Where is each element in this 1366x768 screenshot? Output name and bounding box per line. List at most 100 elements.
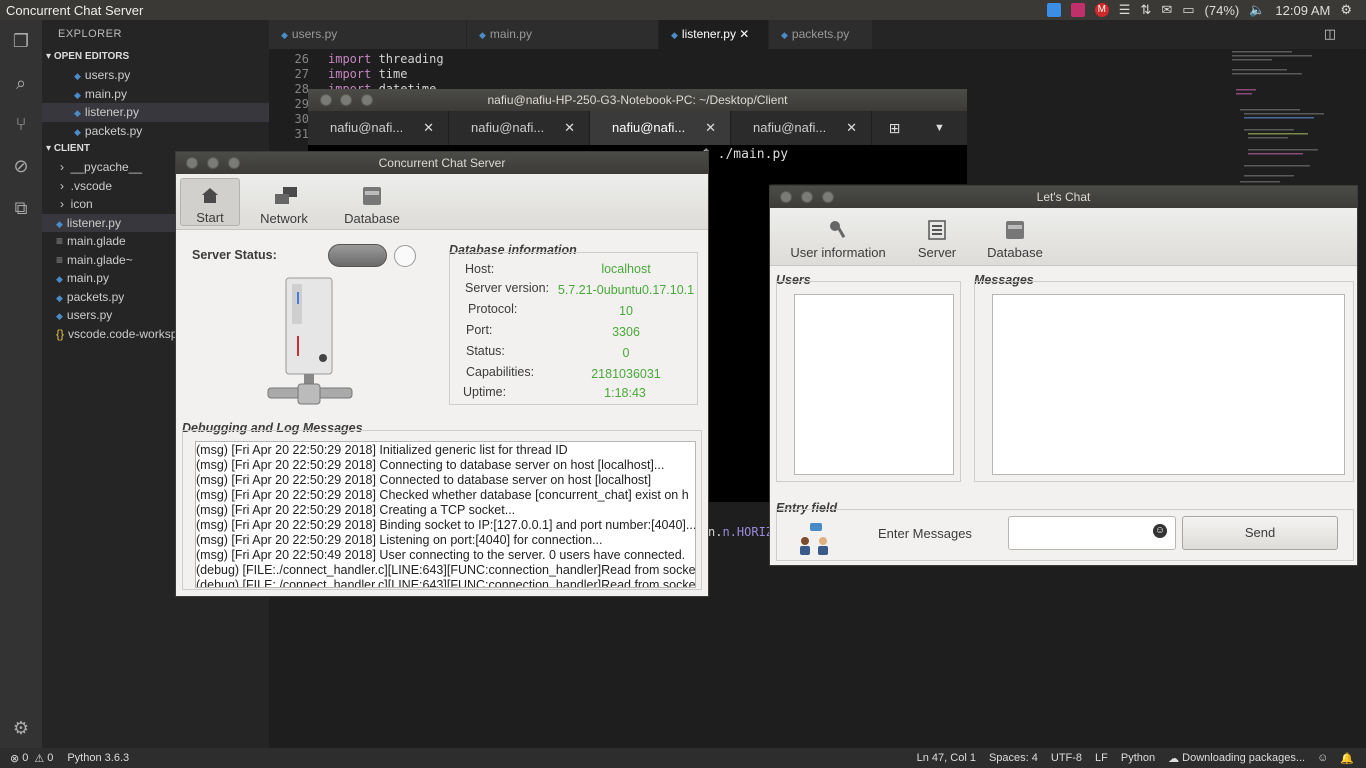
db-host-label: Host: [465,262,495,276]
cloud-icon: ☁ [1168,752,1180,765]
download-status: Downloading packages... [1182,752,1306,764]
server-titlebar[interactable]: Concurrent Chat Server [176,152,708,174]
clock[interactable]: 12:09 AM [1275,3,1330,18]
chat-database-button[interactable]: Database [972,212,1058,260]
cursor-position[interactable]: Ln 47, Col 1 [917,752,976,764]
terminal-tab[interactable]: nafiu@nafi... ✕ [590,111,731,145]
app-indicator-icon[interactable] [1070,3,1085,17]
minimize-window-button[interactable] [207,157,219,169]
tab-users[interactable]: ◆ users.py [269,20,467,49]
database-button[interactable]: Database [328,178,416,226]
code-line: import time [328,67,408,81]
user-information-button[interactable]: User information [774,212,902,260]
close-window-button[interactable] [186,157,198,169]
maximize-window-button[interactable] [361,94,373,106]
users-icon [796,522,832,559]
terminal-tab[interactable]: nafiu@nafi... ✕ [731,111,872,145]
minimize-window-button[interactable] [340,94,352,106]
maximize-window-button[interactable] [228,157,240,169]
open-editor-item[interactable]: ◆ packets.py [42,122,269,141]
bell-icon[interactable]: 🔔 [1340,752,1354,765]
close-icon[interactable]: ✕ [423,111,434,145]
envelope-icon[interactable]: ✉ [1161,2,1172,18]
log-line: (msg) [Fri Apr 20 22:50:49 2018] User co… [196,548,686,562]
active-window-title: Concurrent Chat Server [6,2,144,18]
menu-icon[interactable]: ☰ [1119,2,1131,18]
source-control-icon[interactable]: ⑂ [10,113,32,135]
network-icon[interactable]: ⇅ [1140,2,1151,18]
files-icon[interactable] [1046,3,1061,17]
open-editor-item[interactable]: ◆ users.py [42,66,269,85]
send-button[interactable]: Send [1182,516,1338,550]
extensions-icon[interactable]: ⧉ [10,197,32,219]
new-tab-icon[interactable]: ⊞ [872,111,917,145]
terminal-title: nafiu@nafiu-HP-250-G3-Notebook-PC: ~/Des… [487,93,788,107]
emoji-icon[interactable]: ☺ [1153,524,1167,538]
server-window-title: Concurrent Chat Server [378,156,506,170]
line-ending[interactable]: LF [1095,752,1108,764]
server-button[interactable]: Server [902,212,972,260]
terminal-titlebar[interactable]: nafiu@nafiu-HP-250-G3-Notebook-PC: ~/Des… [308,89,967,111]
db-uptime-value: 1:18:43 [604,386,646,400]
users-list[interactable] [794,294,954,475]
warning-count[interactable]: 0 [47,752,53,764]
gear-icon[interactable]: ⚙ [10,717,32,739]
db-status-value: 0 [622,346,630,360]
line-number: 28 [294,82,309,96]
volume-icon[interactable]: 🔈 [1249,2,1265,18]
debug-icon[interactable]: ⊘ [10,155,32,177]
close-window-button[interactable] [780,191,792,203]
server-status-switch[interactable] [328,244,387,267]
activity-bar: ❐ ⌕ ⑂ ⊘ ⧉ ⚙ [0,20,42,748]
db-version-value: 5.7.21-0ubuntu0.17.10.1 [557,283,695,297]
minimap[interactable] [1230,49,1340,189]
tab-main[interactable]: ◆ main.py [467,20,659,49]
status-bar: ⊗ 0 ⚠ 0 Python 3.6.3 Ln 47, Col 1 Spaces… [0,748,1366,768]
line-number: 30 [294,112,309,126]
python-interpreter[interactable]: Python 3.6.3 [67,752,129,764]
network-button[interactable]: Network [240,178,328,226]
start-button[interactable]: Start [180,178,240,226]
close-icon[interactable]: ✕ [705,111,716,145]
db-host-value: localhost [601,262,651,276]
open-editor-item[interactable]: ◆ listener.py [42,103,269,122]
close-icon[interactable]: ✕ [846,111,857,145]
error-count[interactable]: 0 [22,752,28,764]
battery-icon[interactable]: ▭ [1182,2,1194,18]
log-line: (msg) [Fri Apr 20 22:50:29 2018] Checked… [196,488,689,502]
tab-packets[interactable]: ◆ packets.py [769,20,873,49]
line-number: 29 [294,97,309,111]
db-port-label: Port: [466,323,493,337]
maximize-window-button[interactable] [822,191,834,203]
mail-app-icon[interactable]: M [1094,3,1109,17]
settings-icon[interactable]: ⚙ [1340,2,1352,18]
chat-titlebar[interactable]: Let's Chat [770,186,1357,208]
close-icon[interactable]: ✕ [739,27,749,41]
log-view[interactable]: (msg) [Fri Apr 20 22:50:29 2018] Initial… [195,441,696,588]
language-mode[interactable]: Python [1121,752,1155,764]
open-editors-section[interactable]: ▾ OPEN EDITORS [42,48,269,66]
close-icon[interactable]: ✕ [564,111,575,145]
messages-view[interactable] [992,294,1345,475]
open-editor-item[interactable]: ◆ main.py [42,85,269,104]
split-editor-icon[interactable]: ◫ [1324,26,1336,42]
files-explorer-icon[interactable]: ❐ [10,30,32,52]
chat-toolbar: User information Server Database [770,208,1357,266]
line-number: 31 [294,127,309,141]
error-icon[interactable]: ⊗ [10,752,19,765]
minimize-window-button[interactable] [801,191,813,203]
search-icon[interactable]: ⌕ [10,72,32,94]
chevron-down-icon[interactable]: ▼ [917,111,962,145]
message-input[interactable]: ☺ [1008,516,1176,550]
close-window-button[interactable] [320,94,332,106]
smiley-icon[interactable]: ☺ [1317,752,1328,764]
network-icon [273,186,297,206]
terminal-tab[interactable]: nafiu@nafi... ✕ [308,111,449,145]
encoding[interactable]: UTF-8 [1051,752,1082,764]
tab-listener[interactable]: ◆ listener.py ✕ [659,20,769,49]
indentation[interactable]: Spaces: 4 [989,752,1038,764]
warning-icon[interactable]: ⚠ [34,752,44,765]
terminal-output-area[interactable] [708,184,770,502]
terminal-tab[interactable]: nafiu@nafi... ✕ [449,111,590,145]
server-icon [264,276,356,411]
